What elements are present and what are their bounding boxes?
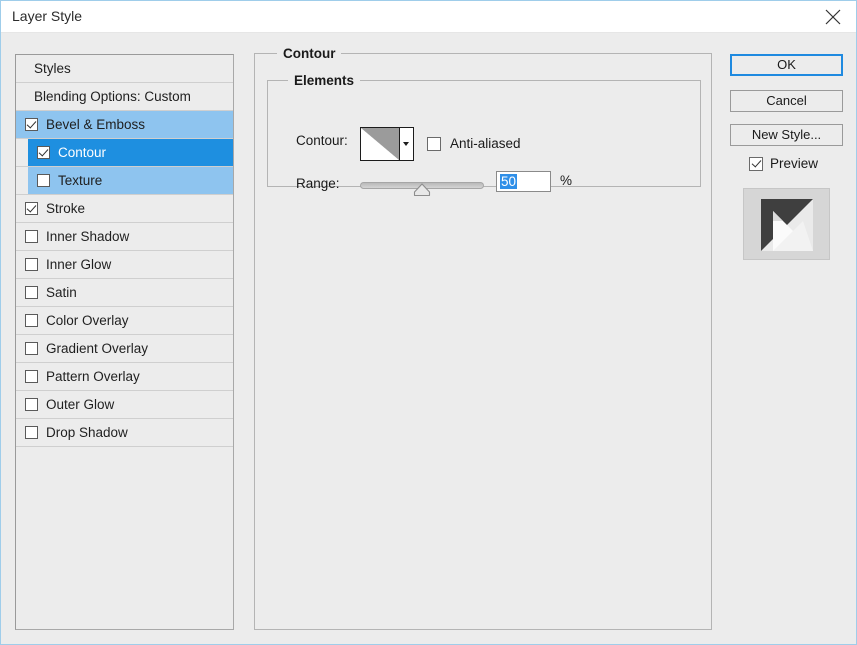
effect-row-inner: Contour xyxy=(28,139,233,166)
range-input-value: 50 xyxy=(500,174,518,189)
chevron-down-icon[interactable] xyxy=(400,128,413,160)
effect-label: Texture xyxy=(58,172,103,188)
effect-row-color-overlay[interactable]: Color Overlay xyxy=(16,307,233,335)
effect-label: Stroke xyxy=(46,200,86,216)
window-title: Layer Style xyxy=(12,8,83,24)
new-style-button[interactable]: New Style... xyxy=(730,124,843,146)
effect-enable-checkbox[interactable] xyxy=(25,258,38,271)
effect-enable-checkbox[interactable] xyxy=(25,398,38,411)
effect-enable-checkbox[interactable] xyxy=(25,118,38,131)
style-preview-thumbnail xyxy=(743,188,830,260)
effect-label: Contour xyxy=(58,144,107,160)
contour-curve-thumbnail xyxy=(361,128,400,160)
effect-row-inner: Bevel & Emboss xyxy=(16,111,233,138)
contour-field-label: Contour: xyxy=(296,133,348,148)
close-icon xyxy=(825,9,841,25)
effect-label: Inner Glow xyxy=(46,256,112,272)
titlebar: Layer Style xyxy=(1,1,856,33)
effect-label: Color Overlay xyxy=(46,312,129,328)
styles-list-header[interactable]: Styles xyxy=(16,55,233,83)
effect-enable-checkbox[interactable] xyxy=(25,370,38,383)
effect-enable-checkbox[interactable] xyxy=(25,314,38,327)
elements-group-title: Elements xyxy=(288,73,361,88)
effect-label: Gradient Overlay xyxy=(46,340,149,356)
effect-label: Bevel & Emboss xyxy=(46,116,146,132)
effect-row-inner: Color Overlay xyxy=(16,307,233,334)
effect-label: Satin xyxy=(46,284,77,300)
effect-row-inner: Outer Glow xyxy=(16,391,233,418)
effect-row-pattern-overlay[interactable]: Pattern Overlay xyxy=(16,363,233,391)
effect-row-inner-shadow[interactable]: Inner Shadow xyxy=(16,223,233,251)
effect-row-outer-glow[interactable]: Outer Glow xyxy=(16,391,233,419)
effect-row-inner: Inner Glow xyxy=(16,251,233,278)
effect-row-bevel-emboss[interactable]: Bevel & Emboss xyxy=(16,111,233,139)
bevel-preview-icon xyxy=(760,199,813,251)
effect-enable-checkbox[interactable] xyxy=(25,202,38,215)
effect-row-satin[interactable]: Satin xyxy=(16,279,233,307)
effect-enable-checkbox[interactable] xyxy=(25,286,38,299)
ok-button[interactable]: OK xyxy=(730,54,843,76)
contour-panel-title: Contour xyxy=(277,46,342,61)
effect-row-inner: Stroke xyxy=(16,195,233,222)
contour-panel: Contour Elements Contour: Anti-aliased R… xyxy=(254,46,712,630)
anti-aliased-checkbox[interactable]: Anti-aliased xyxy=(427,136,521,151)
effect-row-inner: Drop Shadow xyxy=(16,419,233,446)
preview-checkbox[interactable]: Preview xyxy=(749,156,818,171)
preview-label: Preview xyxy=(770,156,819,171)
preview-checkbox-box xyxy=(749,156,763,171)
anti-aliased-label: Anti-aliased xyxy=(450,136,521,151)
effect-row-inner: Satin xyxy=(16,279,233,306)
blending-options-row[interactable]: Blending Options: Custom xyxy=(16,83,233,111)
effects-list: Bevel & Emboss Contour Texture Stroke Inner … xyxy=(16,111,233,447)
range-field-label: Range: xyxy=(296,176,340,191)
effect-row-inner-glow[interactable]: Inner Glow xyxy=(16,251,233,279)
effect-enable-checkbox[interactable] xyxy=(25,230,38,243)
anti-aliased-checkbox-box xyxy=(427,136,441,151)
effect-enable-checkbox[interactable] xyxy=(25,342,38,355)
layer-style-dialog: Layer Style Styles Blending Options: Cus… xyxy=(0,0,857,645)
effect-enable-checkbox[interactable] xyxy=(25,426,38,439)
cancel-button[interactable]: Cancel xyxy=(730,90,843,112)
effect-row-inner: Pattern Overlay xyxy=(16,363,233,390)
effect-row-texture[interactable]: Texture xyxy=(16,167,233,195)
effect-enable-checkbox[interactable] xyxy=(37,174,50,187)
effect-row-inner: Gradient Overlay xyxy=(16,335,233,362)
range-unit-label: % xyxy=(560,173,573,188)
effect-row-contour[interactable]: Contour xyxy=(16,139,233,167)
range-slider-thumb[interactable] xyxy=(413,183,431,197)
styles-list-panel: Styles Blending Options: Custom Bevel & … xyxy=(15,54,234,630)
range-input[interactable]: 50 xyxy=(496,171,551,192)
effect-label: Inner Shadow xyxy=(46,228,130,244)
effect-row-gradient-overlay[interactable]: Gradient Overlay xyxy=(16,335,233,363)
effect-label: Drop Shadow xyxy=(46,424,128,440)
effect-row-drop-shadow[interactable]: Drop Shadow xyxy=(16,419,233,447)
effect-row-inner: Texture xyxy=(28,167,233,194)
close-button[interactable] xyxy=(810,1,856,32)
styles-header-label: Styles xyxy=(34,61,71,76)
effect-row-inner: Inner Shadow xyxy=(16,223,233,250)
blending-options-label: Blending Options: Custom xyxy=(34,89,191,104)
effect-label: Outer Glow xyxy=(46,396,115,412)
contour-preset-picker[interactable] xyxy=(360,127,414,161)
elements-group: Elements Contour: Anti-aliased Range: 50… xyxy=(267,73,701,197)
range-slider[interactable] xyxy=(360,182,484,197)
effect-label: Pattern Overlay xyxy=(46,368,140,384)
effect-enable-checkbox[interactable] xyxy=(37,146,50,159)
effect-row-stroke[interactable]: Stroke xyxy=(16,195,233,223)
